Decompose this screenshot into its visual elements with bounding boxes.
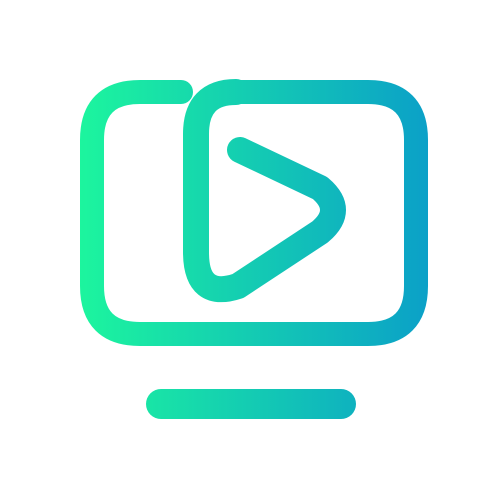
icon-canvas <box>0 0 500 500</box>
monitor-play-icon <box>80 79 428 419</box>
play-tile <box>183 79 346 303</box>
monitor-stand <box>146 389 356 419</box>
